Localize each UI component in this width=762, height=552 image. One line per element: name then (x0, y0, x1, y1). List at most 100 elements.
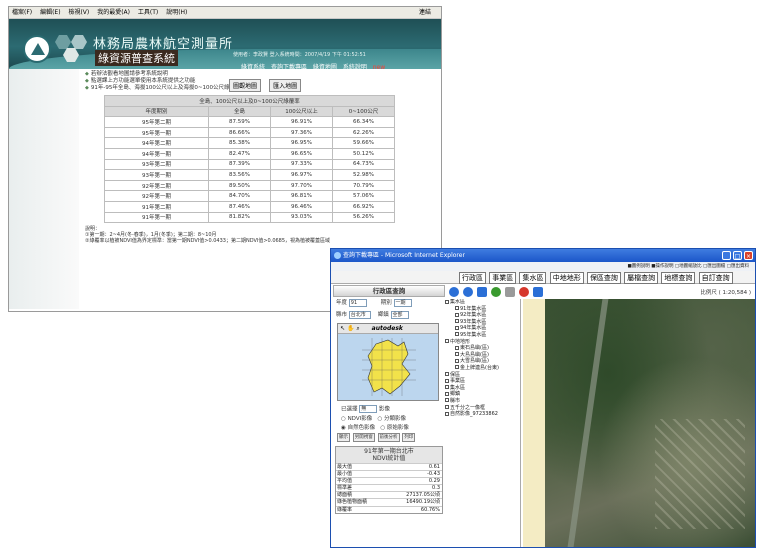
show-button[interactable]: 顯示 (337, 432, 350, 442)
col-header-above-100m: 100公尺以上 (270, 105, 333, 118)
tab-admin-area[interactable]: 行政區 (459, 272, 486, 284)
layer-checkbox[interactable] (455, 332, 459, 337)
tab-custom-query[interactable]: 自訂查詢 (698, 272, 733, 284)
new-window-button[interactable]: 另開視窗 (352, 432, 375, 442)
map-buttons: 圖觀地圖 匯入地圖 (229, 73, 304, 92)
menu-favorites[interactable]: 我的最愛(A) (97, 9, 130, 16)
radio-ndvi-label: NDVI影像 (347, 415, 373, 422)
layer-checkbox[interactable] (445, 372, 449, 377)
layer-checkbox[interactable] (445, 398, 449, 403)
site-banner: 林務局農林航空測量所 綠資源普查系統 使用者：李政賢 登入系統時間：2007/4… (9, 19, 441, 71)
overview-map[interactable]: ↖ ✋ ⌕ autodesk (337, 323, 439, 401)
table-cell: 89.50% (208, 179, 271, 192)
pan-icon[interactable]: ✋ (347, 325, 354, 332)
menu-edit[interactable]: 編輯(E) (40, 9, 60, 16)
layer-checkbox[interactable] (455, 325, 459, 330)
layer-label: 94年集水區 (460, 325, 487, 332)
nav-green-system[interactable]: 綠資系統 (241, 64, 265, 71)
tab-landmark-query[interactable]: 地標查詢 (661, 272, 696, 284)
view-map-button[interactable]: 圖觀地圖 (229, 79, 262, 92)
layer-checkbox[interactable] (445, 299, 449, 304)
selected-select[interactable]: 無 (359, 405, 378, 413)
layer-checkbox[interactable] (455, 319, 459, 324)
tab-watershed[interactable]: 集水區 (519, 272, 547, 284)
save-icon[interactable] (533, 287, 543, 297)
map-toolbar-main: 比例尺 ( 1:20,584 ) (447, 285, 755, 299)
layer-item[interactable]: 92年集水區 (445, 312, 520, 319)
table-cell: 84.70% (208, 190, 271, 202)
layer-item[interactable]: 集水區 (445, 299, 520, 306)
compare-button[interactable]: 前後分析 (377, 432, 400, 442)
tab-terrain[interactable]: 中地地形 (549, 272, 584, 284)
map-brand: autodesk (371, 325, 403, 332)
table-row: 93年第二期 87.39% 97.33% 64.73% (104, 158, 395, 171)
layer-label: 95年集水區 (460, 331, 487, 338)
layer-label: 集水區 (450, 299, 466, 305)
table-row: 91年第一期 81.82% 93.03% 56.26% (104, 211, 395, 224)
layer-item[interactable]: 金上牌連島(台東) (445, 365, 520, 372)
pointer-icon[interactable]: ↖ (340, 325, 345, 332)
layer-item[interactable]: 94年集水區 (445, 325, 520, 332)
radio-ndvi[interactable]: ○ (341, 416, 346, 422)
stat-row: 綠色植物面積 16490.19公頃 (336, 498, 442, 505)
layer-item[interactable]: 東石島嶼(區) (445, 345, 520, 352)
tab-reserve-query[interactable]: 保區查詢 (586, 272, 621, 284)
close-icon[interactable]: × (744, 251, 753, 260)
layer-checkbox[interactable] (445, 391, 449, 396)
overview-map-view[interactable] (338, 334, 438, 400)
layer-checkbox[interactable] (455, 352, 459, 357)
minimize-icon[interactable]: _ (722, 251, 731, 260)
zoom-icon[interactable]: ⌕ (356, 325, 359, 332)
layer-label: 縣市 (450, 397, 461, 404)
menu-help[interactable]: 說明(H) (166, 9, 187, 16)
refresh-icon[interactable] (491, 287, 501, 297)
layer-item[interactable]: 事業區 (445, 378, 520, 385)
clear-icon[interactable] (519, 287, 529, 297)
layer-checkbox[interactable] (445, 385, 449, 390)
stat-row: 綠覆率 60.76% (336, 505, 442, 513)
menu-tools[interactable]: 工具(T) (138, 9, 158, 16)
layer-checkbox[interactable] (445, 411, 449, 416)
tab-business-area[interactable]: 事業區 (489, 272, 517, 284)
nav-query-download[interactable]: 查詢下載專區 (271, 64, 307, 71)
nav-system-help[interactable]: 系統說明 (343, 64, 367, 71)
links-label[interactable]: 連結 (419, 7, 431, 19)
stat-rows: 最大值 0.61 最小值 -0.43 平均值 0.29 標準差 0.3 總面積 27137.05公… (336, 462, 442, 513)
layer-item[interactable]: 大雪島嶼(區) (445, 358, 520, 365)
layer-checkbox[interactable] (455, 358, 459, 363)
print-button[interactable]: 列印 (402, 432, 416, 442)
year-select[interactable]: 91 (348, 298, 367, 307)
layer-item[interactable]: 縣市 (445, 398, 520, 405)
layer-checkbox[interactable] (455, 365, 459, 370)
city-select[interactable]: 台北市 (348, 310, 371, 319)
layer-checkbox[interactable] (455, 306, 459, 311)
zoom-in-icon[interactable] (449, 287, 459, 297)
town-select[interactable]: 全部 (390, 310, 409, 319)
layer-item[interactable]: 95年集水區 (445, 332, 520, 339)
layer-checkbox[interactable] (455, 312, 459, 317)
image-type-row-2: ◉ 自然色影像 ○ 原始影像 (333, 424, 445, 433)
layer-item[interactable]: 自然影像_97233862 (445, 411, 520, 418)
radio-natural[interactable]: ◉ (341, 425, 346, 431)
maximize-icon[interactable]: □ (733, 251, 742, 260)
satellite-map[interactable] (545, 299, 755, 547)
quick-links[interactable]: ■圖例說明 ■操作說明 □地圖縮放比 □匯出圖檔 □匯出資料 (331, 262, 755, 271)
pan-arrows-icon[interactable] (477, 287, 487, 297)
tab-attribute-query[interactable]: 屬檔查詢 (624, 272, 659, 284)
radio-original[interactable]: ○ (380, 425, 385, 431)
layer-checkbox[interactable] (455, 345, 459, 350)
zoom-out-icon[interactable] (463, 287, 473, 297)
period-select[interactable]: 一期 (393, 298, 412, 307)
print-icon[interactable] (505, 287, 515, 297)
stat-label: 綠覆率 (337, 506, 353, 513)
menu-file[interactable]: 檔案(F) (12, 9, 32, 16)
radio-class[interactable]: ○ (377, 416, 382, 422)
import-map-button[interactable]: 匯入地圖 (269, 79, 302, 92)
layer-item[interactable]: 鄉鎮 (445, 391, 520, 398)
layer-checkbox[interactable] (445, 378, 449, 383)
layer-checkbox[interactable] (445, 405, 449, 409)
layer-label: 91年集水區 (460, 305, 487, 312)
layer-checkbox[interactable] (445, 339, 449, 344)
nav-green-map[interactable]: 綠資地圖 (313, 64, 337, 71)
menu-view[interactable]: 檢視(V) (68, 9, 89, 16)
